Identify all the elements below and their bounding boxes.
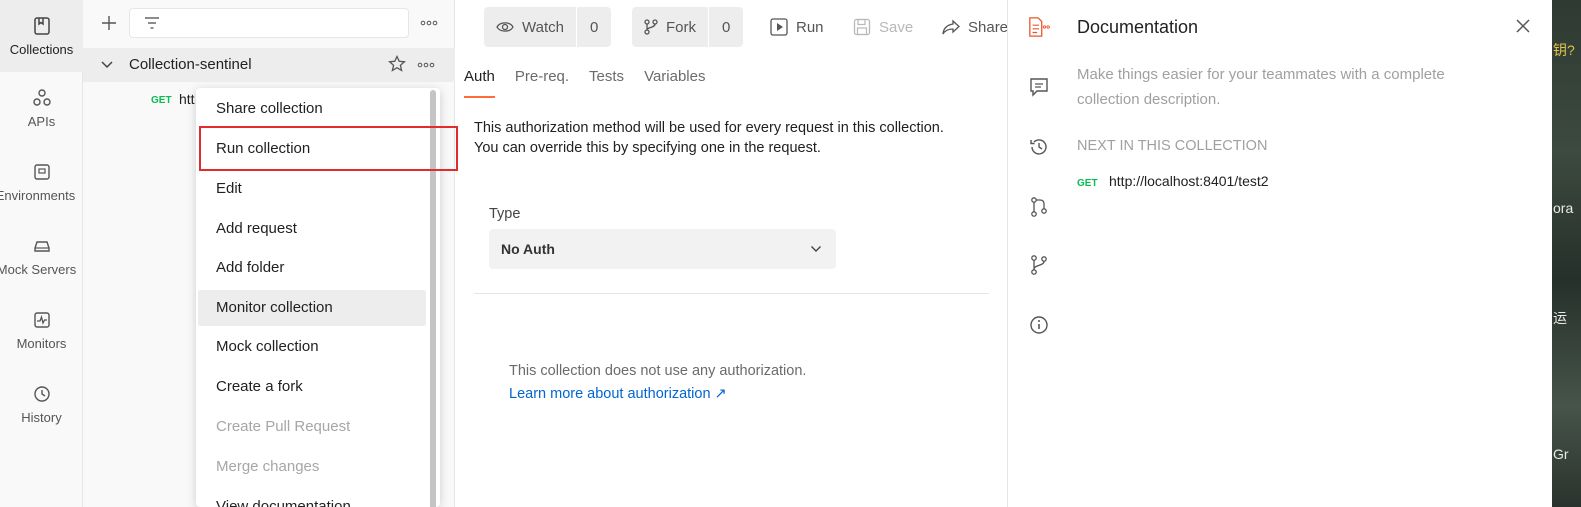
fork-label: Fork [666, 18, 696, 36]
menu-item-add-request[interactable]: Add request [198, 211, 426, 247]
rail-item-environments[interactable]: Environments [0, 146, 83, 218]
save-label: Save [879, 18, 914, 36]
rail-item-mock-servers[interactable]: Mock Servers [0, 220, 83, 292]
close-icon[interactable] [1514, 17, 1532, 35]
watch-label: Watch [522, 18, 564, 36]
history-icon [33, 385, 50, 402]
fork-icon [1031, 255, 1047, 275]
eye-icon [496, 22, 514, 32]
filter-input[interactable] [129, 8, 409, 38]
edge-text-top: 钥? [1553, 42, 1575, 58]
chevron-down-icon[interactable] [99, 56, 115, 72]
play-icon [770, 18, 788, 36]
next-request-method: GET [1077, 178, 1098, 189]
mock-servers-icon [33, 240, 50, 252]
collection-name: Collection-sentinel [129, 56, 252, 73]
fork-count: 0 [708, 7, 743, 47]
comments-tab[interactable] [1028, 76, 1050, 98]
save-button[interactable]: Save [851, 7, 915, 47]
rail-label: Monitors [16, 335, 67, 351]
sidebar-more-button[interactable] [417, 12, 441, 34]
info-icon [1030, 316, 1048, 334]
request-url: htt [179, 91, 195, 107]
filter-icon [145, 17, 159, 29]
tab-variables[interactable]: Variables [644, 64, 705, 98]
menu-item-create-pull-request: Create Pull Request [216, 418, 351, 435]
rail-label: Mock Servers [0, 261, 77, 277]
menu-item-view-documentation[interactable]: View documentation [198, 489, 426, 507]
watch-count: 0 [575, 7, 611, 47]
next-in-collection-heading: NEXT IN THIS COLLECTION [1077, 138, 1268, 154]
pull-request-icon [1031, 197, 1047, 217]
collection-main-panel: Watch 0 Fork 0 Run Save Share Auth Pre-r… [455, 0, 1010, 507]
changelog-tab[interactable] [1028, 136, 1050, 158]
rail-item-collections[interactable]: Collections [0, 0, 83, 72]
auth-type-select[interactable]: No Auth [489, 229, 836, 269]
documentation-title: Documentation [1077, 17, 1199, 37]
menu-item-edit[interactable]: Edit [198, 171, 426, 207]
tab-pre-request[interactable]: Pre-req. [515, 64, 569, 98]
plus-icon [102, 16, 116, 30]
menu-item-add-folder[interactable]: Add folder [198, 250, 426, 286]
edge-text-lower: 运 [1553, 310, 1567, 326]
type-label: Type [489, 206, 521, 222]
collection-row[interactable]: Collection-sentinel [83, 48, 455, 82]
collections-icon [33, 16, 50, 35]
request-method: GET [151, 95, 172, 106]
edge-text-mid: ora [1553, 200, 1574, 216]
rail-item-history[interactable]: History [0, 368, 83, 440]
next-request-url[interactable]: http://localhost:8401/test2 [1109, 173, 1269, 189]
documentation-description[interactable]: Make things easier for your teammates wi… [1077, 62, 1497, 112]
rail-label: Environments [0, 187, 76, 203]
auth-description: This authorization method will be used f… [474, 120, 944, 156]
documentation-icon [1029, 17, 1050, 37]
add-collection-button[interactable] [97, 11, 121, 35]
star-icon[interactable] [388, 55, 406, 73]
no-auth-message: This collection does not use any authori… [509, 363, 807, 379]
rail-label: APIs [27, 113, 56, 129]
monitors-icon [33, 311, 50, 328]
watch-button[interactable]: Watch 0 [484, 7, 612, 47]
rail-item-apis[interactable]: APIs [0, 72, 83, 144]
share-icon [942, 19, 960, 35]
menu-item-monitor-collection[interactable]: Monitor collection [198, 290, 426, 326]
run-button[interactable]: Run [768, 7, 826, 47]
fork-icon [644, 19, 658, 35]
documentation-panel: Documentation Make things easier for you… [1007, 0, 1552, 507]
rail-label: History [21, 409, 62, 425]
edge-text-bottom: Gr [1553, 446, 1569, 462]
history-icon [1030, 139, 1047, 155]
collection-tabs: Auth Pre-req. Tests Variables [464, 64, 725, 98]
chevron-down-icon [811, 246, 821, 252]
share-button[interactable]: Share [940, 7, 1010, 47]
menu-item-share-collection[interactable]: Share collection [198, 91, 426, 127]
environments-icon [33, 163, 50, 180]
info-tab[interactable] [1028, 314, 1050, 336]
tab-auth[interactable]: Auth [464, 64, 495, 98]
run-collection-highlight [199, 126, 458, 171]
more-horizontal-icon[interactable] [417, 56, 435, 74]
divider [474, 293, 989, 294]
pull-requests-tab[interactable] [1028, 196, 1050, 218]
menu-item-merge-changes: Merge changes [216, 458, 320, 475]
comment-icon [1030, 78, 1048, 97]
learn-more-link[interactable]: Learn more about authorization ↗ [509, 386, 727, 402]
share-label: Share [968, 18, 1009, 36]
background-window-edge [1552, 0, 1581, 507]
menu-item-mock-collection[interactable]: Mock collection [198, 329, 426, 365]
run-label: Run [796, 18, 824, 36]
forks-tab[interactable] [1028, 254, 1050, 276]
rail-item-monitors[interactable]: Monitors [0, 294, 83, 366]
auth-type-value: No Auth [501, 241, 555, 257]
left-rail: Collections APIs Environments Mock Serve… [0, 0, 83, 507]
tab-tests[interactable]: Tests [589, 64, 624, 98]
apis-icon [32, 88, 51, 106]
documentation-tab[interactable] [1028, 16, 1050, 38]
more-horizontal-icon [420, 20, 438, 26]
rail-label: Collections [9, 41, 74, 57]
fork-button[interactable]: Fork 0 [632, 7, 744, 47]
menu-item-create-fork[interactable]: Create a fork [198, 369, 426, 405]
save-icon [853, 18, 871, 36]
